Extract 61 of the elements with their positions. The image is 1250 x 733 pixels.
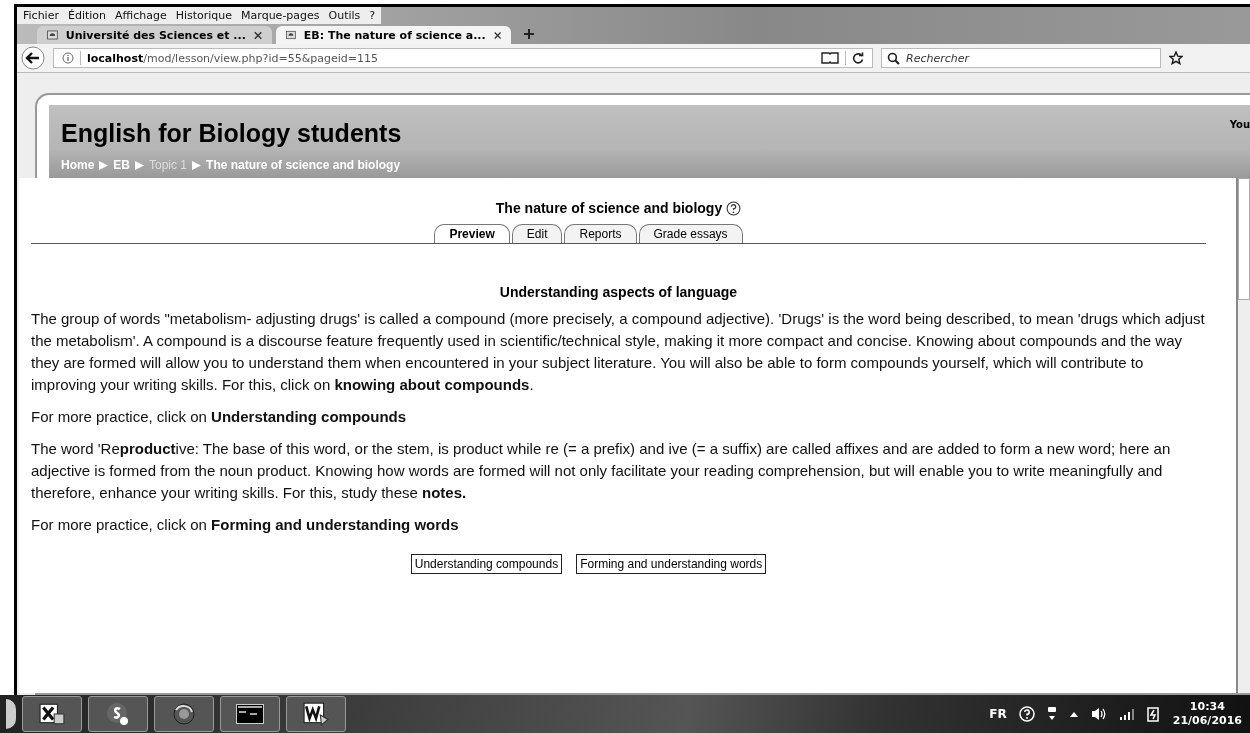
browser-tab[interactable]: Université des Sciences et ... xyxy=(37,26,272,44)
clock-time: 10:34 xyxy=(1189,700,1225,714)
tab-title: Université des Sciences et ... xyxy=(65,28,246,42)
tab-title: EB: The nature of science a... xyxy=(303,28,486,42)
login-info: You xyxy=(1229,119,1250,130)
paragraph: The group of words "metabolism- adjusting drugs' is called a compound (more precisely, a compound adjective). 'Drugs' is the word being described, to mean 'drugs which adjust the metabolism'. A compound is a discourse feature frequently used in scientific/technical style, making it more compact and concise. Knowing about compounds and the way they are formed will allow you to understand them when encountered in your subject literature. You will also be able to form compounds yourself, which will contribute to improving your writing skills. For this, click on knowing about compounds. xyxy=(31,309,1206,395)
breadcrumb-arrow-icon xyxy=(135,160,144,170)
language-indicator[interactable]: FR xyxy=(989,707,1007,721)
chat-icon xyxy=(106,702,130,726)
page-icon xyxy=(286,29,296,41)
address-field[interactable]: localhost/mod/lesson/view.php?id=55&pageid=115 xyxy=(53,48,873,68)
page-icon xyxy=(47,29,58,41)
help-icon[interactable] xyxy=(726,200,742,216)
breadcrumb-arrow-icon xyxy=(192,160,202,170)
taskbar-button[interactable] xyxy=(286,696,346,732)
search-field[interactable]: Rechercher xyxy=(881,48,1161,68)
info-icon xyxy=(62,52,74,64)
back-icon[interactable] xyxy=(21,46,45,70)
menu-item[interactable]: Historique xyxy=(175,9,233,22)
reload-icon[interactable] xyxy=(852,52,864,64)
link-button[interactable]: Forming and understanding words xyxy=(576,554,767,574)
link-button[interactable]: Understanding compounds xyxy=(410,554,563,574)
browser-tab[interactable]: EB: The nature of science a... xyxy=(276,26,511,44)
lesson-tab[interactable]: Grade essays xyxy=(638,224,743,243)
url-text: localhost/mod/lesson/view.php?id=55&pageid=115 xyxy=(87,51,379,65)
section-heading: Understanding aspects of language xyxy=(498,284,739,300)
scrollbar[interactable] xyxy=(1236,178,1250,693)
close-icon[interactable] xyxy=(253,30,262,40)
menu-item[interactable]: Édition xyxy=(67,9,106,22)
terminal-icon xyxy=(236,704,264,724)
lesson-title: The nature of science and biology xyxy=(495,200,723,216)
document-icon xyxy=(303,702,329,726)
caret-up-icon[interactable] xyxy=(1068,710,1079,718)
spreadsheet-icon xyxy=(39,703,65,725)
speaker-icon[interactable] xyxy=(1090,706,1107,722)
course-title: English for Biology students xyxy=(61,119,402,148)
taskbar-button[interactable] xyxy=(220,696,280,732)
battery-icon[interactable] xyxy=(1146,706,1161,722)
menu-item[interactable]: ? xyxy=(369,9,376,22)
paragraph: The word 'Reproductive: The base of this word, or the stem, is product while re (= a prefix) and ive (= a suffix) are called affixes and are added to form a new word; here an adjective is formed from the noun product. Knowing how words are formed will not only facilitate your reading comprehension, but will enable you to write meaningfully and therefore, enhance your writing skills. For this, study these notes. xyxy=(31,439,1172,503)
paragraph: For more practice, click on Forming and understanding words xyxy=(31,515,460,535)
menu-item[interactable]: Marque-pages xyxy=(241,9,320,22)
breadcrumb-arrow-icon xyxy=(99,160,109,170)
lesson-tab[interactable]: Reports xyxy=(564,224,637,243)
new-tab-icon[interactable] xyxy=(523,28,535,40)
close-icon[interactable] xyxy=(493,30,501,40)
paragraph: For more practice, click on Understanding compounds xyxy=(31,407,408,427)
clock-date: 21/06/2016 xyxy=(1172,714,1242,728)
globe-icon xyxy=(172,702,196,726)
book-icon[interactable] xyxy=(821,52,839,64)
menu-item[interactable]: Affichage xyxy=(115,9,167,22)
lesson-tab[interactable]: Edit xyxy=(511,224,563,243)
menu-item[interactable]: Fichier xyxy=(23,9,59,22)
lesson-tab[interactable]: Preview xyxy=(434,224,510,243)
start-button[interactable] xyxy=(6,699,16,729)
star-icon[interactable] xyxy=(1169,51,1183,65)
taskbar-button[interactable] xyxy=(88,696,148,732)
menu-item[interactable]: Outils xyxy=(328,9,361,22)
taskbar-button[interactable] xyxy=(22,696,82,732)
signal-icon[interactable] xyxy=(1118,708,1135,720)
device-icon[interactable] xyxy=(1046,706,1057,722)
